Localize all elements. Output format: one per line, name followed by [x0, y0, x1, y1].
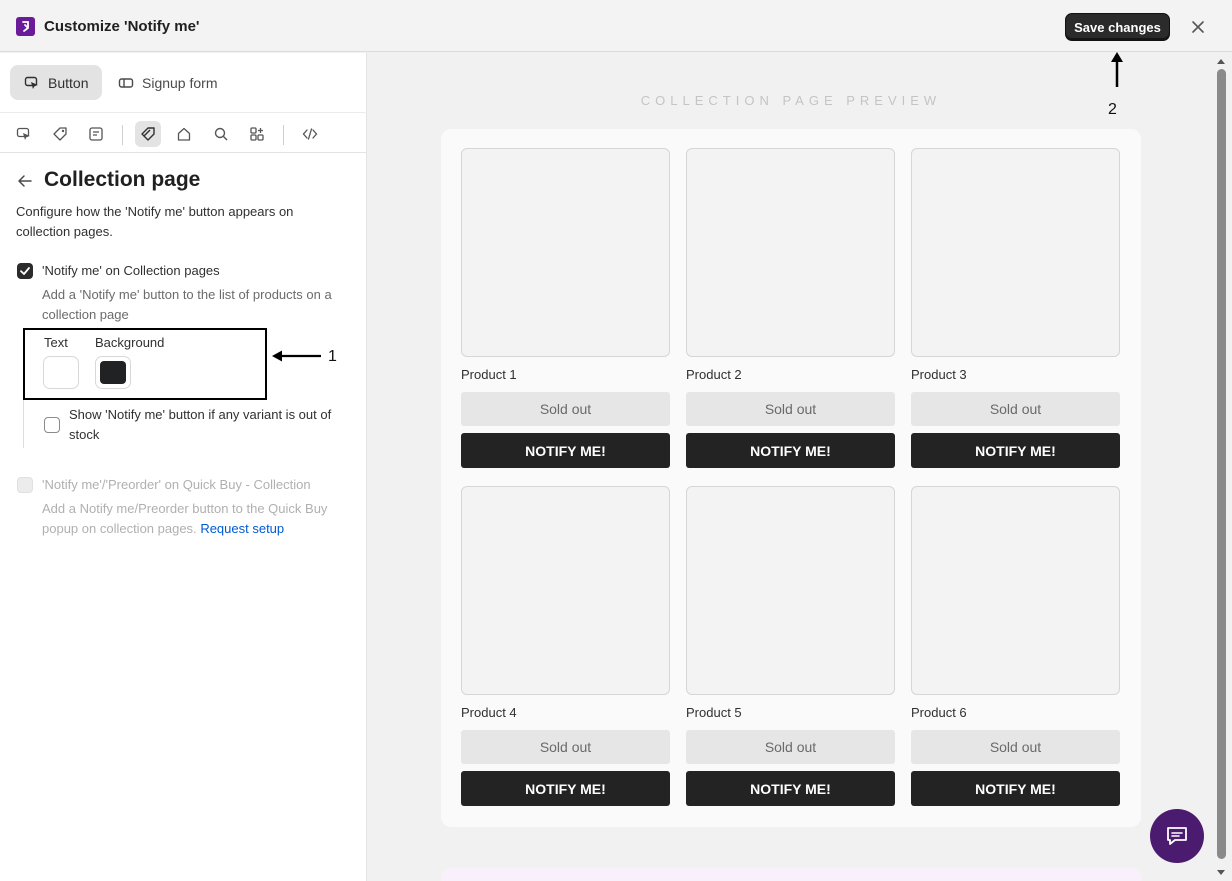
- product-image: [461, 486, 670, 695]
- notify-me-button[interactable]: NOTIFY ME!: [686, 433, 895, 468]
- product-name: Product 2: [686, 367, 742, 382]
- product-image: [686, 486, 895, 695]
- scroll-down-icon[interactable]: [1216, 869, 1226, 877]
- tab-bar: Button Signup form: [0, 53, 367, 113]
- background-color-swatch[interactable]: [95, 356, 131, 389]
- notify-on-collection-label[interactable]: 'Notify me' on Collection pages: [42, 261, 220, 281]
- apps-icon[interactable]: [244, 121, 270, 147]
- text-color-swatch[interactable]: [43, 356, 79, 389]
- product-image: [461, 148, 670, 357]
- title-bar: Customize 'Notify me' Save changes: [0, 0, 1232, 52]
- scroll-up-icon[interactable]: [1216, 57, 1226, 65]
- scroll-thumb[interactable]: [1217, 69, 1226, 859]
- product-name: Product 1: [461, 367, 517, 382]
- sold-out-button: Sold out: [911, 392, 1120, 426]
- request-setup-link[interactable]: Request setup: [200, 521, 284, 536]
- quick-buy-hint-text: Add a Notify me/Preorder button to the Q…: [42, 501, 328, 536]
- code-icon[interactable]: [297, 121, 323, 147]
- product-name: Product 3: [911, 367, 967, 382]
- nested-option-line: [23, 400, 24, 448]
- cursor-icon[interactable]: [11, 121, 37, 147]
- page-type-toolbar: [0, 114, 367, 153]
- tab-label: Signup form: [142, 74, 218, 91]
- notify-on-collection-hint: Add a 'Notify me' button to the list of …: [42, 287, 332, 322]
- window-title: Customize 'Notify me': [44, 18, 200, 35]
- preview-scrollbar[interactable]: [1214, 53, 1232, 881]
- quick-buy-label: 'Notify me'/'Preorder' on Quick Buy - Co…: [42, 477, 311, 492]
- quick-buy-checkbox: [17, 477, 33, 493]
- collection-preview: COLLECTION PAGE PREVIEW Product 1 Sold o…: [368, 53, 1214, 881]
- any-variant-label[interactable]: Show 'Notify me' button if any variant i…: [69, 405, 354, 445]
- notify-me-button[interactable]: NOTIFY ME!: [911, 771, 1120, 806]
- text-color-fill: [48, 361, 74, 384]
- notify-me-button[interactable]: NOTIFY ME!: [911, 433, 1120, 468]
- search-icon[interactable]: [208, 121, 234, 147]
- sold-out-button: Sold out: [461, 392, 670, 426]
- toolbar-divider: [283, 125, 284, 145]
- notify-me-button[interactable]: NOTIFY ME!: [461, 433, 670, 468]
- sold-out-button: Sold out: [461, 730, 670, 764]
- product-name: Product 5: [686, 705, 742, 720]
- section-title: Collection page: [44, 168, 201, 191]
- toolbar-divider: [122, 125, 123, 145]
- cursor-click-icon: [24, 76, 38, 89]
- chat-icon[interactable]: [1150, 809, 1204, 863]
- preview-title: COLLECTION PAGE PREVIEW: [640, 93, 942, 108]
- product-image: [911, 148, 1120, 357]
- collection-tag-icon[interactable]: [135, 121, 161, 147]
- product-image: [911, 486, 1120, 695]
- product-name: Product 4: [461, 705, 517, 720]
- tab-signup-form[interactable]: Signup form: [116, 65, 236, 100]
- sold-out-button: Sold out: [911, 730, 1120, 764]
- section-description: Configure how the 'Notify me' button app…: [16, 204, 294, 239]
- background-color-label: Background: [95, 335, 165, 350]
- annotation-label-1: 1: [328, 348, 337, 365]
- any-variant-checkbox[interactable]: [44, 417, 60, 433]
- back-arrow-icon[interactable]: [16, 172, 34, 195]
- text-color-label: Text: [44, 335, 68, 350]
- notify-me-button[interactable]: NOTIFY ME!: [686, 771, 895, 806]
- sold-out-button: Sold out: [686, 730, 895, 764]
- app-logo-icon: [16, 17, 35, 36]
- tab-button[interactable]: Button: [10, 65, 102, 100]
- product-name: Product 6: [911, 705, 967, 720]
- tag-icon[interactable]: [47, 121, 73, 147]
- save-changes-button[interactable]: Save changes: [1065, 13, 1170, 41]
- annotation-arrow-left: [272, 350, 321, 362]
- notify-on-collection-checkbox[interactable]: [17, 263, 33, 279]
- tab-label: Button: [48, 74, 89, 91]
- sold-out-button: Sold out: [686, 392, 895, 426]
- product-image: [686, 148, 895, 357]
- close-icon[interactable]: [1188, 17, 1208, 37]
- quick-buy-hint: Add a Notify me/Preorder button to the Q…: [42, 499, 357, 539]
- signup-form-icon: [118, 77, 134, 88]
- product-card-icon[interactable]: [83, 121, 109, 147]
- preview-next-section: [441, 868, 1141, 881]
- background-color-fill: [100, 361, 126, 384]
- preview-card: Product 1 Sold out NOTIFY ME! Product 2 …: [441, 129, 1141, 827]
- notify-me-button[interactable]: NOTIFY ME!: [461, 771, 670, 806]
- home-icon[interactable]: [171, 121, 197, 147]
